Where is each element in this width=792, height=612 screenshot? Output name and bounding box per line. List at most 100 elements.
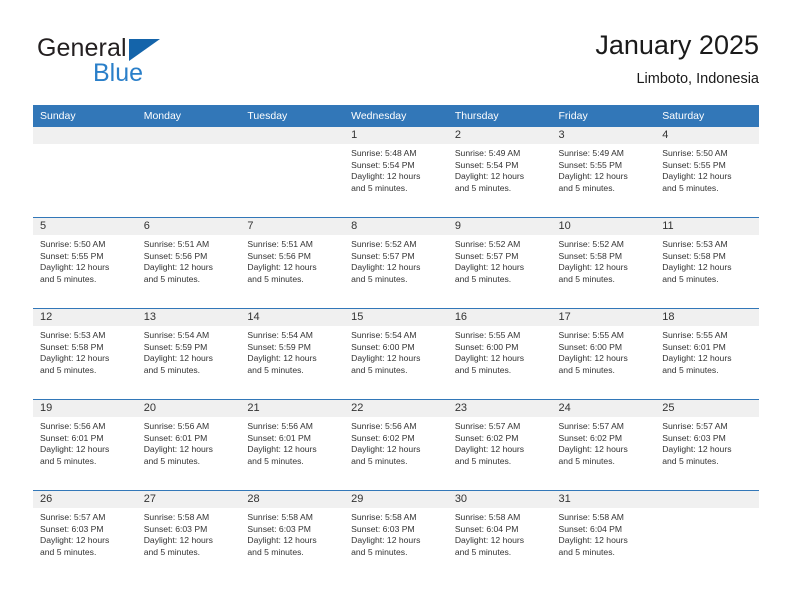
day-cell-inner: 2 Sunrise: 5:49 AM Sunset: 5:54 PM Daylight… — [447, 127, 552, 217]
calendar-day-cell[interactable]: 12 Sunrise: 5:53 AM Sunset: 5:58 PM Dayligh… — [33, 308, 137, 400]
daylight-duration-line1: Daylight: 12 hours — [351, 353, 421, 364]
day-number: 5 — [33, 218, 137, 235]
daylight-duration-line1: Daylight: 12 hours — [143, 535, 213, 546]
day-details: Sunrise: 5:56 AM Sunset: 6:01 PM Daylight:… — [33, 417, 137, 467]
day-cell-inner: 24 Sunrise: 5:57 AM Sunset: 6:02 PM Dayligh… — [551, 400, 656, 490]
calendar-day-cell[interactable]: 27 Sunrise: 5:58 AM Sunset: 6:03 PM Dayligh… — [136, 490, 241, 581]
calendar-day-cell[interactable]: 4 Sunrise: 5:50 AM Sunset: 5:55 PM Daylight… — [655, 127, 759, 218]
calendar-day-cell[interactable]: 2 Sunrise: 5:49 AM Sunset: 5:54 PM Daylight… — [447, 127, 552, 218]
daylight-duration-line2: and 5 minutes. — [454, 364, 512, 375]
sunrise-time: Sunrise: 5:58 AM — [247, 512, 313, 522]
day-cell-inner: 22 Sunrise: 5:56 AM Sunset: 6:02 PM Dayligh… — [344, 400, 448, 490]
calendar-day-cell[interactable]: 18 Sunrise: 5:55 AM Sunset: 6:01 PM Dayligh… — [655, 308, 759, 400]
daylight-duration-line2: and 5 minutes. — [351, 546, 408, 557]
day-details: Sunrise: 5:55 AM Sunset: 6:01 PM Daylight:… — [655, 326, 759, 376]
sunrise-time: Sunrise: 5:51 AM — [247, 239, 313, 249]
day-details: Sunrise: 5:58 AM Sunset: 6:03 PM Daylight:… — [344, 508, 448, 558]
day-number: 20 — [136, 400, 241, 417]
page-title: January 2025 — [595, 30, 759, 60]
day-number: 15 — [344, 309, 448, 326]
day-cell-inner: 12 Sunrise: 5:53 AM Sunset: 5:58 PM Dayligh… — [33, 309, 137, 399]
calendar-day-cell[interactable]: 22 Sunrise: 5:56 AM Sunset: 6:02 PM Dayligh… — [344, 399, 448, 491]
calendar-day-cell[interactable]: 16 Sunrise: 5:55 AM Sunset: 6:00 PM Dayligh… — [447, 308, 552, 400]
calendar-day-cell[interactable]: 30 Sunrise: 5:58 AM Sunset: 6:04 PM Dayligh… — [447, 490, 552, 581]
day-cell-inner — [240, 127, 345, 217]
daylight-duration-line2: and 5 minutes. — [247, 546, 304, 557]
day-details: Sunrise: 5:54 AM Sunset: 5:59 PM Daylight:… — [137, 326, 241, 376]
day-details — [33, 144, 137, 148]
calendar-day-cell[interactable]: 7 Sunrise: 5:51 AM Sunset: 5:56 PM Daylight… — [240, 217, 345, 309]
calendar-week-row: 5 Sunrise: 5:50 AM Sunset: 5:55 PM Daylight… — [33, 217, 759, 309]
day-details: Sunrise: 5:51 AM Sunset: 5:56 PM Daylight:… — [137, 235, 241, 285]
daylight-duration-line1: Daylight: 12 hours — [558, 444, 628, 455]
daylight-duration-line2: and 5 minutes. — [143, 455, 201, 466]
calendar-day-cell[interactable]: 19 Sunrise: 5:56 AM Sunset: 6:01 PM Dayligh… — [33, 399, 137, 491]
weekday-header-sunday: Sunday — [33, 105, 137, 127]
calendar-day-cell[interactable]: 24 Sunrise: 5:57 AM Sunset: 6:02 PM Dayligh… — [551, 399, 656, 491]
calendar-day-cell[interactable]: 28 Sunrise: 5:58 AM Sunset: 6:03 PM Dayligh… — [240, 490, 345, 581]
calendar-day-cell[interactable]: 9 Sunrise: 5:52 AM Sunset: 5:57 PM Daylight… — [447, 217, 552, 309]
sunset-time: Sunset: 6:03 PM — [662, 432, 726, 443]
day-number: 17 — [551, 309, 656, 326]
sunset-time: Sunset: 6:00 PM — [558, 341, 623, 352]
calendar-day-cell[interactable]: 1 Sunrise: 5:48 AM Sunset: 5:54 PM Daylight… — [344, 127, 448, 218]
daylight-duration-line1: Daylight: 12 hours — [662, 171, 732, 182]
day-details: Sunrise: 5:52 AM Sunset: 5:57 PM Daylight:… — [448, 235, 552, 285]
calendar-day-cell[interactable]: 6 Sunrise: 5:51 AM Sunset: 5:56 PM Daylight… — [136, 217, 241, 309]
calendar-day-cell[interactable]: 5 Sunrise: 5:50 AM Sunset: 5:55 PM Daylight… — [33, 217, 137, 309]
day-cell-inner: 28 Sunrise: 5:58 AM Sunset: 6:03 PM Dayligh… — [240, 491, 345, 581]
day-cell-inner: 14 Sunrise: 5:54 AM Sunset: 5:59 PM Dayligh… — [240, 309, 345, 399]
title-block: January 2025 Limboto, Indonesia — [595, 28, 759, 90]
calendar-day-cell[interactable]: 11 Sunrise: 5:53 AM Sunset: 5:58 PM Dayligh… — [655, 217, 759, 309]
calendar-day-cell[interactable]: 17 Sunrise: 5:55 AM Sunset: 6:00 PM Dayligh… — [551, 308, 656, 400]
calendar-day-cell[interactable]: 15 Sunrise: 5:54 AM Sunset: 6:00 PM Dayligh… — [344, 308, 448, 400]
day-cell-inner: 17 Sunrise: 5:55 AM Sunset: 6:00 PM Dayligh… — [551, 309, 656, 399]
day-details: Sunrise: 5:56 AM Sunset: 6:01 PM Daylight:… — [240, 417, 344, 467]
calendar-day-cell[interactable]: 10 Sunrise: 5:52 AM Sunset: 5:58 PM Dayligh… — [551, 217, 656, 309]
calendar-day-cell[interactable]: 23 Sunrise: 5:57 AM Sunset: 6:02 PM Dayligh… — [447, 399, 552, 491]
calendar-day-cell[interactable]: 31 Sunrise: 5:58 AM Sunset: 6:04 PM Dayligh… — [551, 490, 656, 581]
daylight-duration-line1: Daylight: 12 hours — [454, 535, 525, 546]
day-number: 28 — [240, 491, 345, 508]
day-details: Sunrise: 5:49 AM Sunset: 5:55 PM Daylight:… — [552, 144, 656, 194]
day-details: Sunrise: 5:55 AM Sunset: 6:00 PM Daylight:… — [552, 326, 656, 376]
calendar-day-cell[interactable]: 8 Sunrise: 5:52 AM Sunset: 5:57 PM Daylight… — [344, 217, 448, 309]
daylight-duration-line2: and 5 minutes. — [247, 273, 304, 284]
day-number — [240, 127, 345, 144]
daylight-duration-line1: Daylight: 12 hours — [247, 353, 317, 364]
sunset-time: Sunset: 6:03 PM — [247, 523, 311, 534]
sunset-time: Sunset: 5:57 PM — [454, 250, 519, 261]
day-number: 6 — [136, 218, 241, 235]
weekday-header-tuesday: Tuesday — [240, 105, 345, 127]
daylight-duration-line1: Daylight: 12 hours — [351, 171, 421, 182]
sunrise-time: Sunrise: 5:56 AM — [247, 421, 313, 431]
day-number: 27 — [136, 491, 241, 508]
calendar-day-cell[interactable]: 26 Sunrise: 5:57 AM Sunset: 6:03 PM Dayligh… — [33, 490, 137, 581]
calendar-day-cell[interactable]: 20 Sunrise: 5:56 AM Sunset: 6:01 PM Dayligh… — [136, 399, 241, 491]
weekday-header-thursday: Thursday — [447, 105, 552, 127]
day-number: 29 — [344, 491, 448, 508]
weekday-header-monday: Monday — [136, 105, 241, 127]
daylight-duration-line1: Daylight: 12 hours — [662, 444, 732, 455]
sunrise-time: Sunrise: 5:56 AM — [143, 421, 210, 431]
sunset-time: Sunset: 6:01 PM — [247, 432, 311, 443]
daylight-duration-line1: Daylight: 12 hours — [247, 535, 317, 546]
day-number — [33, 127, 137, 144]
calendar-day-cell[interactable]: 14 Sunrise: 5:54 AM Sunset: 5:59 PM Dayligh… — [240, 308, 345, 400]
day-details: Sunrise: 5:57 AM Sunset: 6:03 PM Daylight:… — [33, 508, 137, 558]
daylight-duration-line2: and 5 minutes. — [143, 364, 201, 375]
calendar-day-cell[interactable]: 25 Sunrise: 5:57 AM Sunset: 6:03 PM Dayligh… — [655, 399, 759, 491]
sunset-time: Sunset: 5:55 PM — [558, 159, 623, 170]
calendar-day-cell[interactable]: 3 Sunrise: 5:49 AM Sunset: 5:55 PM Daylight… — [551, 127, 656, 218]
day-cell-inner: 7 Sunrise: 5:51 AM Sunset: 5:56 PM Daylight… — [240, 218, 345, 308]
calendar-day-cell[interactable]: 21 Sunrise: 5:56 AM Sunset: 6:01 PM Dayligh… — [240, 399, 345, 491]
calendar-day-cell[interactable]: 29 Sunrise: 5:58 AM Sunset: 6:03 PM Dayligh… — [344, 490, 448, 581]
sunset-time: Sunset: 6:03 PM — [40, 523, 104, 534]
day-number: 10 — [551, 218, 656, 235]
day-details: Sunrise: 5:55 AM Sunset: 6:00 PM Daylight:… — [448, 326, 552, 376]
day-details: Sunrise: 5:51 AM Sunset: 5:56 PM Daylight:… — [240, 235, 344, 285]
day-number: 22 — [344, 400, 448, 417]
calendar-week-row: 1 Sunrise: 5:48 AM Sunset: 5:54 PM Daylight… — [33, 127, 759, 218]
day-cell-inner: 27 Sunrise: 5:58 AM Sunset: 6:03 PM Dayligh… — [136, 491, 241, 581]
calendar-day-cell[interactable]: 13 Sunrise: 5:54 AM Sunset: 5:59 PM Dayligh… — [136, 308, 241, 400]
